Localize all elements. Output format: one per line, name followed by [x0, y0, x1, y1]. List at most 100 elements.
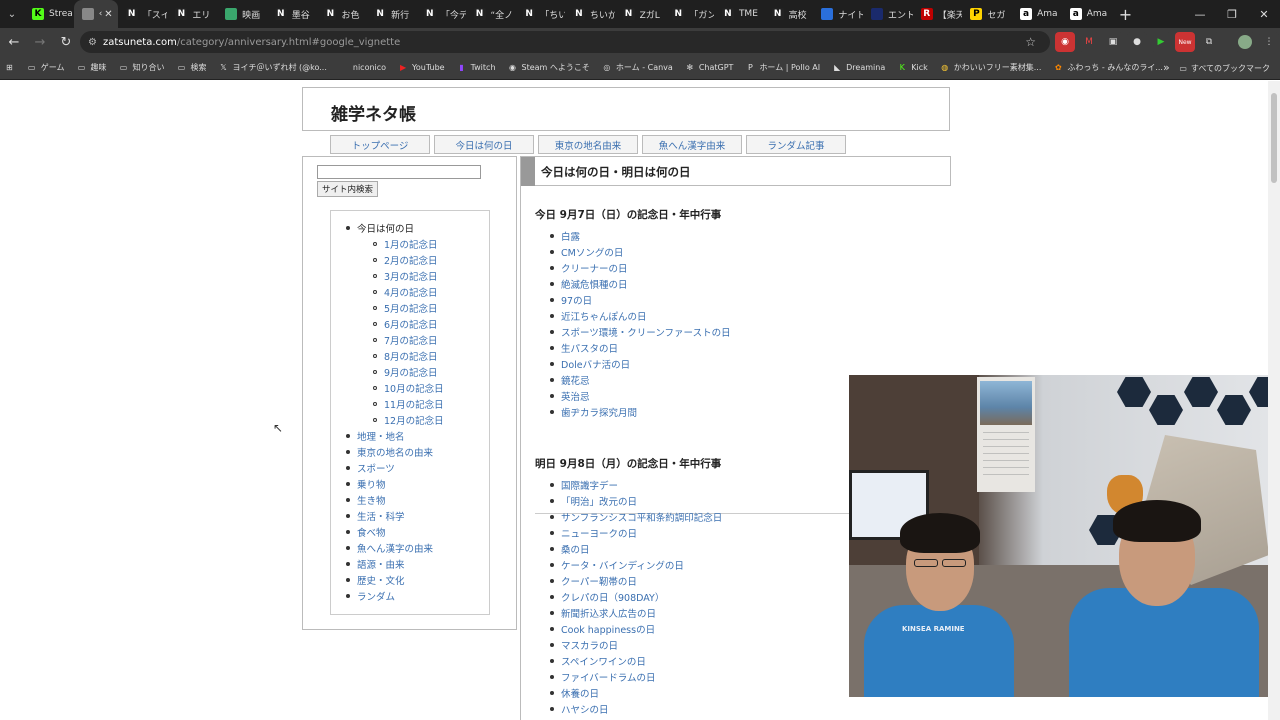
- browser-tab[interactable]: N エリ: [167, 0, 217, 28]
- event-link[interactable]: 休養の日: [561, 686, 599, 700]
- bookmark-item[interactable]: ▮ Twitch: [457, 62, 495, 73]
- tab-search-chevron-icon[interactable]: ⌄: [0, 0, 24, 28]
- bookmark-item[interactable]: K Kick: [897, 62, 928, 73]
- browser-tab[interactable]: N “全ノ: [466, 0, 516, 28]
- event-link[interactable]: 白露: [561, 229, 580, 243]
- browser-tab[interactable]: N 「ガン: [664, 0, 714, 28]
- extension-icon[interactable]: ●: [1127, 32, 1147, 52]
- event-link[interactable]: スポーツ環境・クリーンファーストの日: [561, 325, 731, 339]
- new-badge-extension-icon[interactable]: New: [1175, 32, 1195, 52]
- gmail-icon[interactable]: M: [1079, 32, 1099, 52]
- sidebar-item[interactable]: 乗り物: [357, 477, 386, 491]
- bookmark-item[interactable]: ▶ YouTube: [398, 62, 445, 73]
- event-link[interactable]: Cook happinessの日: [561, 622, 655, 636]
- browser-tab[interactable]: K Strea: [24, 0, 74, 28]
- sidebar-item[interactable]: 東京の地名の由来: [357, 445, 433, 459]
- site-info-icon[interactable]: ⚙: [88, 37, 97, 48]
- scrollbar-thumb[interactable]: [1271, 93, 1277, 183]
- all-bookmarks-button[interactable]: ▭ すべてのブックマーク: [1179, 56, 1270, 80]
- site-nav-tab[interactable]: 今日は何の日: [434, 135, 534, 154]
- maximize-icon[interactable]: ❐: [1216, 0, 1248, 28]
- event-link[interactable]: スペインワインの日: [561, 654, 646, 668]
- sidebar-item[interactable]: 生活・科学: [357, 509, 405, 523]
- browser-tab[interactable]: 映画: [217, 0, 267, 28]
- sidebar-month-link[interactable]: 4月の記念日: [384, 285, 438, 299]
- event-link[interactable]: 生パスタの日: [561, 341, 618, 355]
- event-link[interactable]: クーパー靭帯の日: [561, 574, 637, 588]
- reload-icon[interactable]: ↻: [54, 30, 78, 54]
- extension-icon[interactable]: ◉: [1055, 32, 1075, 52]
- bookmarks-more-button[interactable]: »: [1163, 61, 1170, 74]
- event-link[interactable]: CMソングの日: [561, 245, 623, 259]
- profile-avatar-icon[interactable]: [1235, 32, 1255, 52]
- bookmark-item[interactable]: niconico: [339, 62, 386, 73]
- event-link[interactable]: 歯ヂカラ探究月間: [561, 405, 637, 419]
- site-nav-tab[interactable]: 東京の地名由来: [538, 135, 638, 154]
- sidebar-item[interactable]: ランダム: [357, 589, 395, 603]
- bookmark-item[interactable]: ▭ 趣味: [76, 62, 107, 73]
- sidebar-item[interactable]: 地理・地名: [357, 429, 405, 443]
- event-link[interactable]: ニューヨークの日: [561, 526, 637, 540]
- more-menu-icon[interactable]: ⋮: [1259, 32, 1279, 52]
- extensions-puzzle-icon[interactable]: ⧉: [1199, 32, 1219, 52]
- browser-tab[interactable]: a Ama: [1062, 0, 1112, 28]
- bookmark-item[interactable]: ✻ ChatGPT: [685, 62, 733, 73]
- bookmark-item[interactable]: ▭ 検索: [176, 62, 207, 73]
- minimize-icon[interactable]: —: [1184, 0, 1216, 28]
- event-link[interactable]: 97の日: [561, 293, 592, 307]
- event-link[interactable]: ケータ・バインディングの日: [561, 558, 684, 572]
- browser-tab[interactable]: P セガ: [962, 0, 1012, 28]
- sidebar-month-link[interactable]: 2月の記念日: [384, 253, 438, 267]
- sidebar-item[interactable]: 語源・由来: [357, 557, 405, 571]
- event-link[interactable]: 新聞折込求人広告の日: [561, 606, 656, 620]
- bookmark-item[interactable]: ◍ かわいいフリー素材集...: [940, 62, 1041, 73]
- browser-tab[interactable]: R 【楽天: [913, 0, 962, 28]
- site-nav-tab[interactable]: 魚へん漢字由来: [642, 135, 742, 154]
- browser-tab[interactable]: エント: [863, 0, 913, 28]
- bookmark-item[interactable]: P ホーム | Pollo AI: [745, 62, 820, 73]
- bookmark-item[interactable]: ◉ Steam へようこそ: [508, 62, 590, 73]
- event-link[interactable]: マスカラの日: [561, 638, 618, 652]
- event-link[interactable]: 鏡花忌: [561, 373, 590, 387]
- browser-tab[interactable]: N 新行: [366, 0, 416, 28]
- sidebar-item[interactable]: 今日は何の日: [357, 221, 414, 235]
- site-nav-tab[interactable]: ランダム記事: [746, 135, 846, 154]
- sidebar-item[interactable]: 食べ物: [357, 525, 386, 539]
- browser-tab[interactable]: N 「今デ: [416, 0, 466, 28]
- browser-tab[interactable]: N 墨谷: [267, 0, 317, 28]
- browser-tab[interactable]: N お色: [316, 0, 366, 28]
- browser-tab[interactable]: ‹ ✕: [73, 0, 118, 28]
- browser-tab[interactable]: N ZガL: [615, 0, 665, 28]
- event-link[interactable]: ファイバードラムの日: [561, 670, 656, 684]
- event-link[interactable]: 英治忌: [561, 389, 590, 403]
- sidebar-month-link[interactable]: 5月の記念日: [384, 301, 438, 315]
- event-link[interactable]: クリーナーの日: [561, 261, 628, 275]
- browser-tab[interactable]: N 高校: [764, 0, 814, 28]
- event-link[interactable]: 近江ちゃんぽんの日: [561, 309, 647, 323]
- event-link[interactable]: Doleバナ活の日: [561, 357, 630, 371]
- site-search-input[interactable]: [317, 165, 481, 179]
- extension-icon[interactable]: ▣: [1103, 32, 1123, 52]
- page-scrollbar[interactable]: [1268, 81, 1280, 720]
- site-nav-tab[interactable]: トップページ: [330, 135, 430, 154]
- event-link[interactable]: ハヤシの日: [561, 702, 609, 716]
- sidebar-month-link[interactable]: 1月の記念日: [384, 237, 438, 251]
- bookmark-star-icon[interactable]: ☆: [1025, 35, 1036, 49]
- bookmark-item[interactable]: ▭ 知り合い: [118, 62, 165, 73]
- sidebar-month-link[interactable]: 11月の記念日: [384, 397, 444, 411]
- sidebar-month-link[interactable]: 6月の記念日: [384, 317, 438, 331]
- event-link[interactable]: 「明治」改元の日: [561, 494, 637, 508]
- sidebar-month-link[interactable]: 9月の記念日: [384, 365, 438, 379]
- sidebar-item[interactable]: 魚へん漢字の由来: [357, 541, 433, 555]
- sidebar-month-link[interactable]: 12月の記念日: [384, 413, 444, 427]
- browser-tab[interactable]: N ちいか: [565, 0, 615, 28]
- new-tab-button[interactable]: +: [1111, 5, 1139, 24]
- event-link[interactable]: クレパの日（908DAY）: [561, 590, 664, 604]
- bookmark-item[interactable]: ◣ Dreamina: [832, 62, 885, 73]
- bookmark-item[interactable]: ▭ ゲーム: [27, 62, 65, 73]
- site-search-button[interactable]: サイト内検索: [317, 181, 379, 197]
- apps-grid-icon[interactable]: ⊞: [6, 63, 13, 72]
- bookmark-item[interactable]: ✿ ふわっち - みんなのライ...: [1053, 62, 1163, 73]
- sidebar-month-link[interactable]: 3月の記念日: [384, 269, 438, 283]
- browser-tab[interactable]: N 「スイ: [118, 0, 167, 28]
